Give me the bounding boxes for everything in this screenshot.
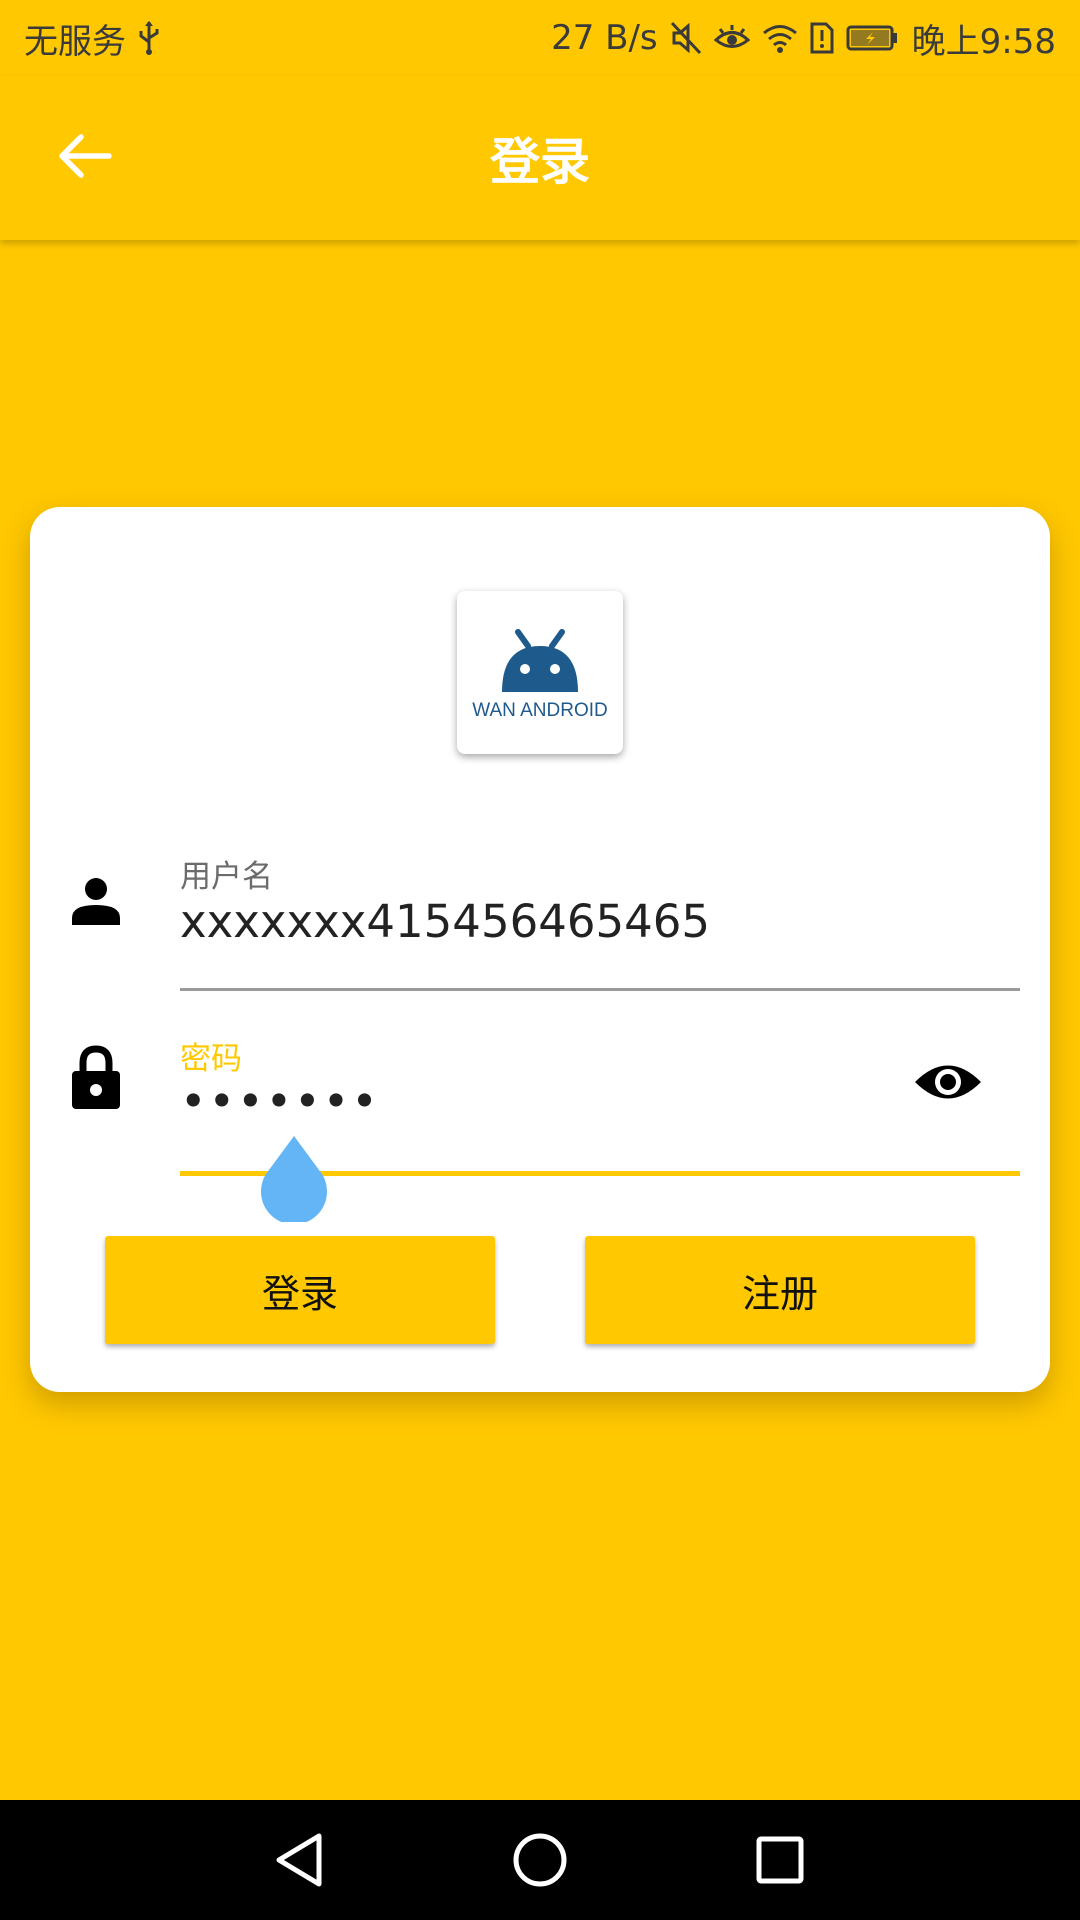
username-underline xyxy=(180,988,1020,991)
person-icon xyxy=(66,870,126,930)
page-title: 登录 xyxy=(490,133,590,191)
login-card: WAN ANDROID 用户名 xxxxxxx415456465465 密码 •… xyxy=(30,507,1050,1392)
logo-text: WAN ANDROID xyxy=(472,699,608,721)
app-logo: WAN ANDROID xyxy=(457,591,623,754)
android-logo-icon xyxy=(502,628,578,692)
username-label: 用户名 xyxy=(180,859,273,895)
eye-comfort-icon xyxy=(713,23,750,53)
nav-recents-button[interactable] xyxy=(740,1820,820,1900)
carrier-text: 无服务 xyxy=(24,21,126,62)
nav-home-button[interactable] xyxy=(500,1820,580,1900)
lock-icon xyxy=(66,1045,126,1109)
eye-icon xyxy=(915,1065,981,1099)
mute-icon xyxy=(670,21,702,55)
password-input[interactable]: ••••••• xyxy=(180,1075,880,1135)
recents-square-icon xyxy=(756,1836,804,1884)
sim-alert-icon xyxy=(810,22,834,54)
text-cursor-handle[interactable] xyxy=(259,1136,329,1222)
back-triangle-icon xyxy=(276,1833,322,1887)
net-speed-text: 27 B/s xyxy=(551,18,658,58)
status-right: 27 B/s 晚上9:58 xyxy=(551,14,1056,63)
time-text: 晚上9:58 xyxy=(911,21,1056,62)
password-label: 密码 xyxy=(180,1041,242,1077)
status-left: 无服务 xyxy=(24,14,162,63)
usb-icon xyxy=(136,20,162,56)
password-visibility-toggle[interactable] xyxy=(908,1042,988,1122)
nav-back-button[interactable] xyxy=(259,1820,339,1900)
battery-icon xyxy=(846,24,900,52)
home-circle-icon xyxy=(513,1833,567,1887)
register-button[interactable]: 注册 xyxy=(585,1236,975,1344)
status-bar: 无服务 27 B/s 晚上9:58 xyxy=(0,0,1080,76)
navigation-bar xyxy=(0,1800,1080,1920)
app-bar: 登录 xyxy=(0,76,1080,240)
wifi-icon xyxy=(762,23,798,53)
username-input[interactable]: xxxxxxx415456465465 xyxy=(180,895,1010,955)
login-button[interactable]: 登录 xyxy=(105,1236,495,1344)
